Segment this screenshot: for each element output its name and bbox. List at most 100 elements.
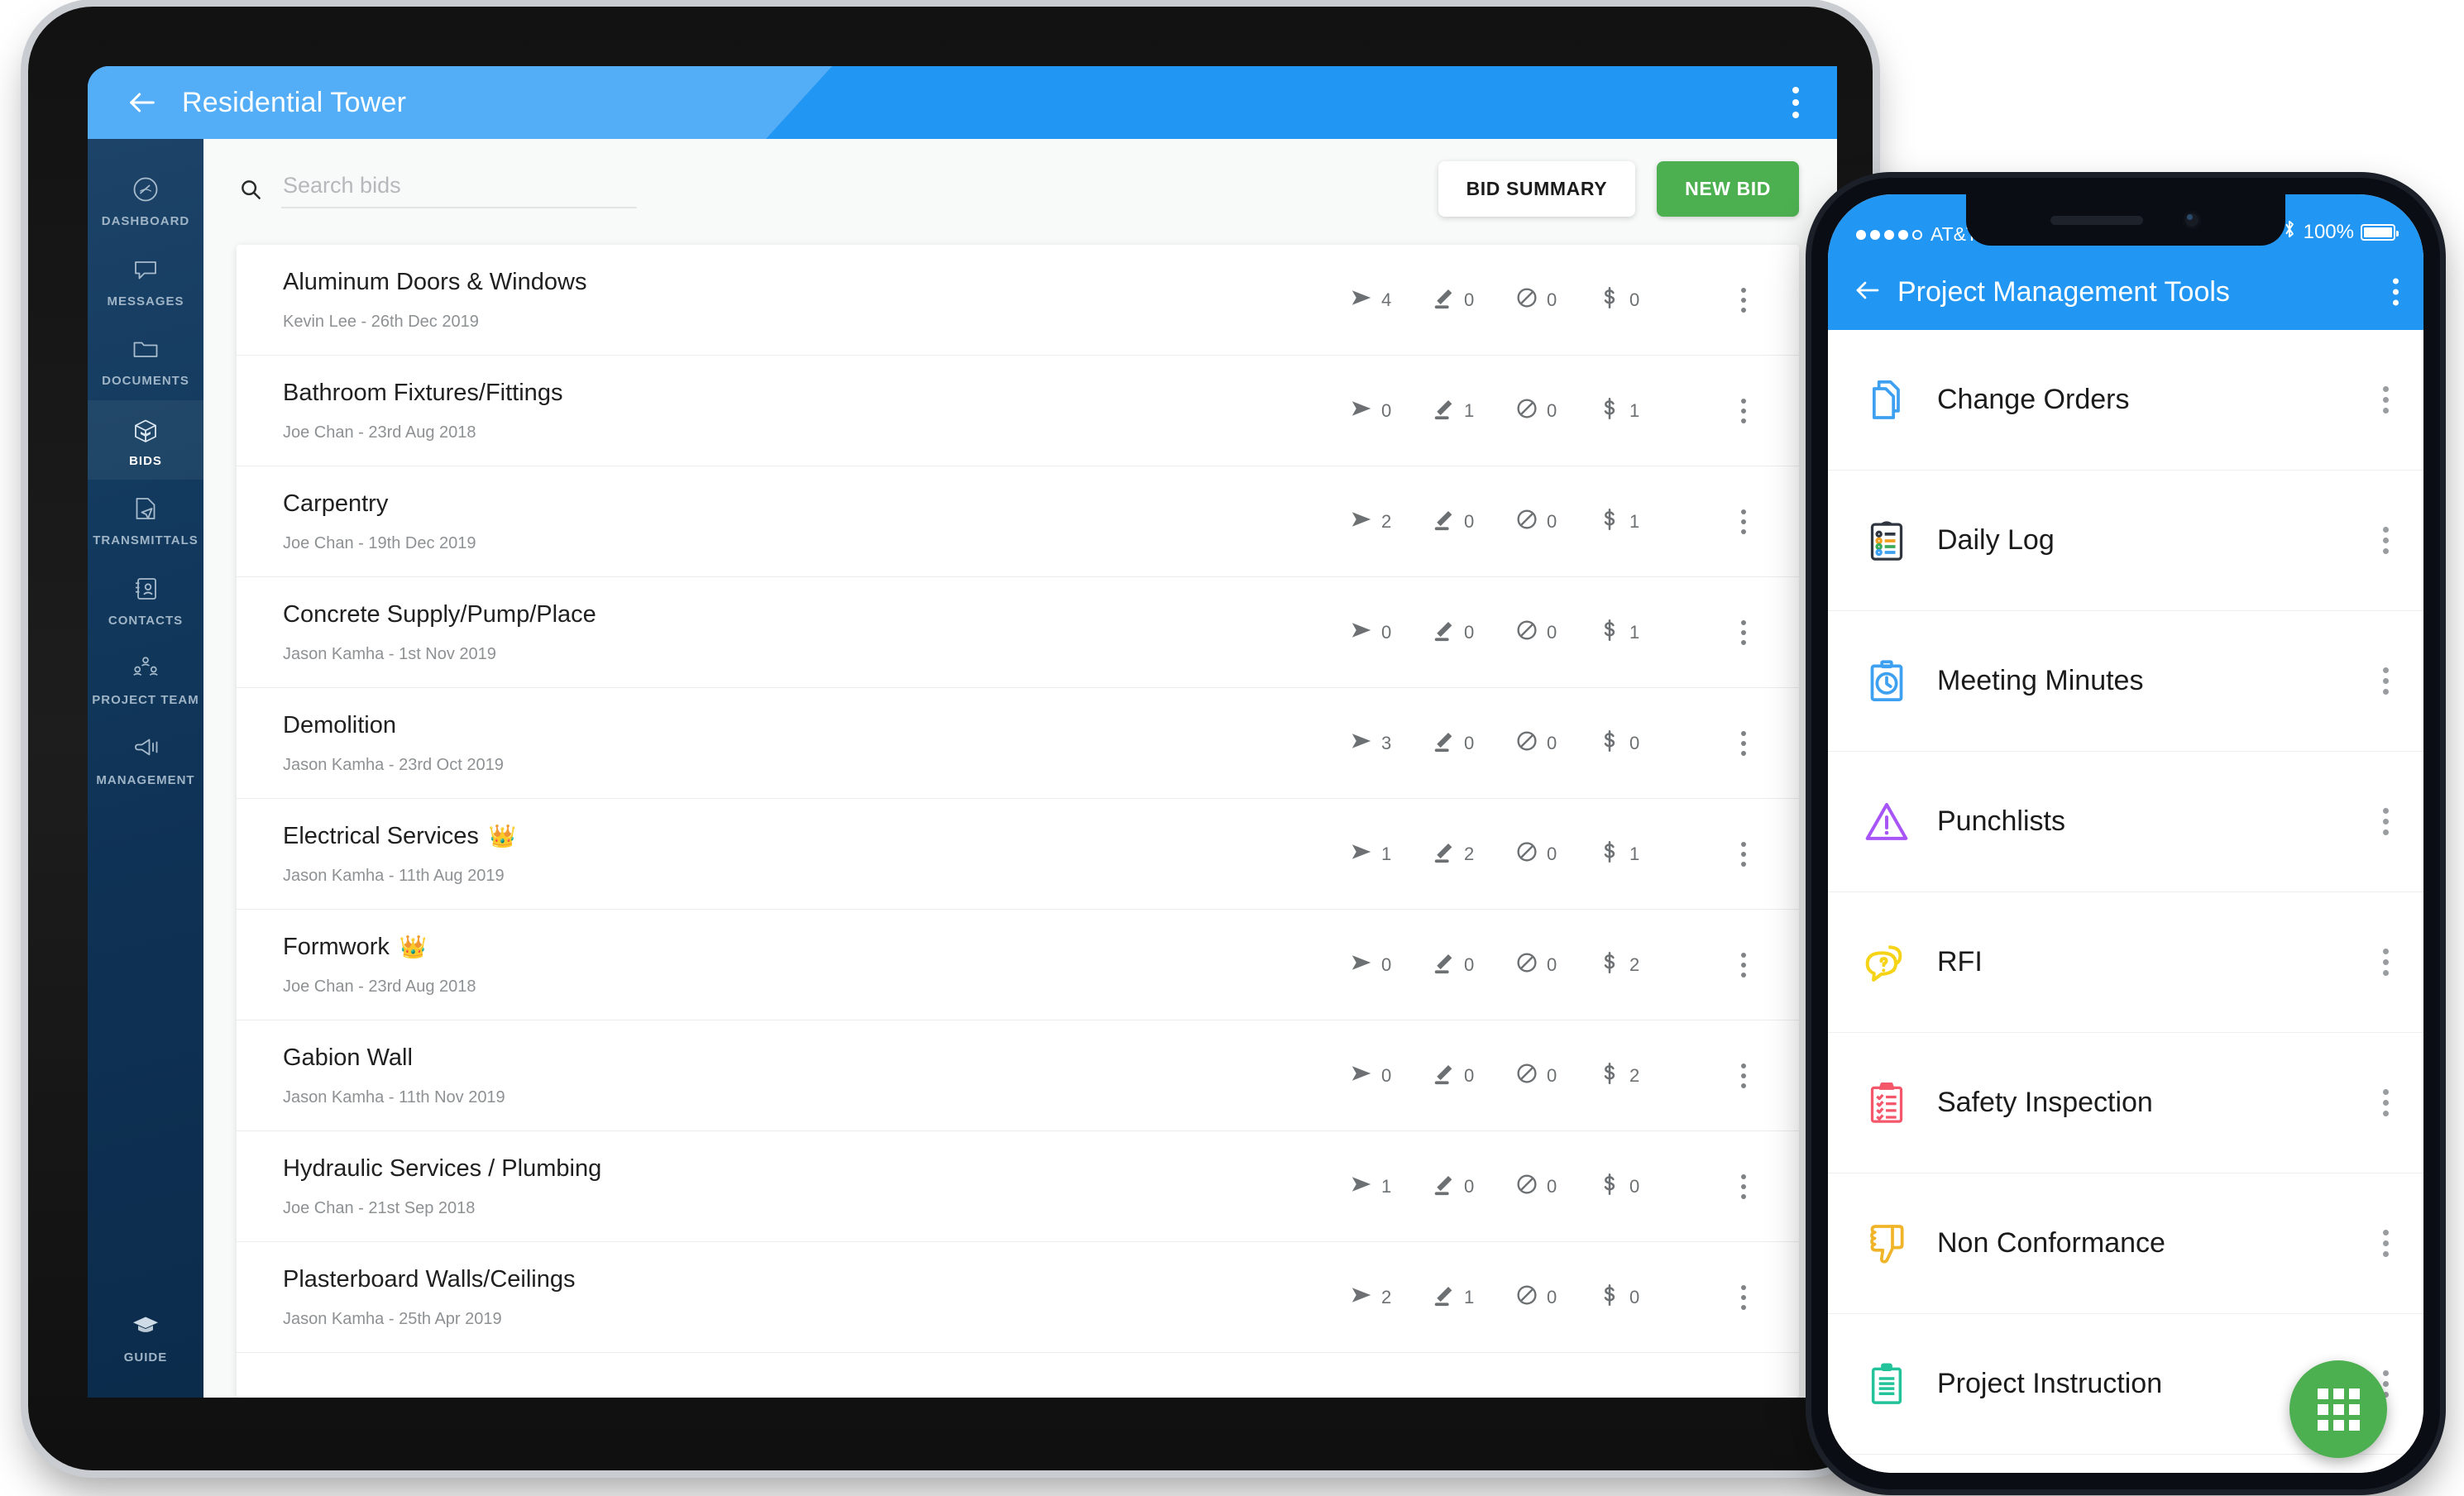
bid-stat[interactable]: 0: [1514, 1283, 1597, 1312]
table-row[interactable]: Formwork 👑 Joe Chan - 23rd Aug 2018 0 0 0 2: [237, 910, 1799, 1020]
row-kebab-menu-icon[interactable]: [1731, 1166, 1756, 1207]
sidebar-item-transmittals[interactable]: TRANSMITTALS: [88, 480, 203, 560]
list-item[interactable]: RFI: [1828, 892, 2423, 1033]
bid-stat[interactable]: 0: [1597, 729, 1680, 758]
sidebar-item-documents[interactable]: DOCUMENTS: [88, 320, 203, 400]
list-item[interactable]: Daily Log: [1828, 471, 2423, 611]
tablet-screen: Residential Tower DASHBOARD MESSAGES DOC…: [88, 66, 1837, 1398]
table-row[interactable]: Gabion Wall Jason Kamha - 11th Nov 2019 0 0…: [237, 1020, 1799, 1131]
bid-stat[interactable]: 2: [1349, 1283, 1432, 1312]
new-bid-button[interactable]: NEW BID: [1657, 160, 1799, 217]
bid-stat[interactable]: 0: [1349, 618, 1432, 648]
bid-summary-button[interactable]: BID SUMMARY: [1438, 160, 1636, 217]
kebab-menu-icon[interactable]: [2373, 1221, 2399, 1265]
bid-stat[interactable]: 0: [1514, 396, 1597, 426]
list-item[interactable]: Safety Inspection: [1828, 1033, 2423, 1173]
bid-stat[interactable]: 1: [1597, 396, 1680, 426]
bid-stat[interactable]: 0: [1514, 1061, 1597, 1091]
bid-stat[interactable]: 0: [1432, 507, 1514, 537]
bid-stat[interactable]: 0: [1514, 950, 1597, 980]
kebab-menu-icon[interactable]: [2373, 800, 2399, 844]
row-kebab-menu-icon[interactable]: [1731, 612, 1756, 653]
bid-stat[interactable]: 0: [1514, 1172, 1597, 1202]
bid-stat[interactable]: 0: [1349, 1061, 1432, 1091]
bid-stat[interactable]: 0: [1514, 285, 1597, 315]
sidebar-item-guide[interactable]: GUIDE: [88, 1297, 203, 1377]
bid-stat[interactable]: 0: [1514, 729, 1597, 758]
bid-stat[interactable]: 1: [1597, 507, 1680, 537]
table-row[interactable]: Aluminum Doors & Windows Kevin Lee - 26th…: [237, 245, 1799, 356]
table-row[interactable]: Plasterboard Walls/Ceilings Jason Kamha -…: [237, 1242, 1799, 1353]
kebab-menu-icon[interactable]: [1792, 87, 1799, 118]
tool-label: Punchlists: [1937, 805, 2065, 837]
bid-stat[interactable]: 0: [1349, 950, 1432, 980]
list-item[interactable]: Meeting Minutes: [1828, 611, 2423, 752]
kebab-menu-icon[interactable]: [2373, 519, 2399, 562]
row-kebab-menu-icon[interactable]: [1731, 944, 1756, 986]
sidebar-item-dashboard[interactable]: DASHBOARD: [88, 160, 203, 241]
bid-stat[interactable]: 0: [1432, 1061, 1514, 1091]
bid-stat[interactable]: 0: [1349, 396, 1432, 426]
row-kebab-menu-icon[interactable]: [1731, 501, 1756, 542]
table-row[interactable]: Carpentry Joe Chan - 19th Dec 2019 2 0 0 1: [237, 466, 1799, 577]
bid-stat[interactable]: 0: [1432, 950, 1514, 980]
arrow-left-icon[interactable]: [1853, 275, 1883, 309]
bid-stat[interactable]: 2: [1349, 507, 1432, 537]
bid-stat[interactable]: 0: [1597, 1172, 1680, 1202]
table-row[interactable]: Concrete Supply/Pump/Place Jason Kamha - …: [237, 577, 1799, 688]
bid-meta: Joe Chan - 19th Dec 2019: [283, 533, 476, 552]
bid-stat-count: 0: [1381, 621, 1392, 643]
bids-toolbar: BID SUMMARY NEW BID: [203, 139, 1837, 238]
bid-stat-count: 0: [1464, 510, 1475, 532]
sidebar-item-management[interactable]: MANAGEMENT: [88, 719, 203, 800]
sidebar-item-contacts[interactable]: CONTACTS: [88, 560, 203, 640]
bid-stat[interactable]: 0: [1432, 1172, 1514, 1202]
bid-stat[interactable]: 0: [1432, 285, 1514, 315]
bid-stat[interactable]: 0: [1514, 507, 1597, 537]
bid-stat[interactable]: 0: [1514, 839, 1597, 869]
pencil-sign-icon: [1432, 1061, 1457, 1091]
row-kebab-menu-icon[interactable]: [1731, 834, 1756, 875]
table-row[interactable]: Bathroom Fixtures/Fittings Joe Chan - 23r…: [237, 356, 1799, 466]
row-kebab-menu-icon[interactable]: [1731, 280, 1756, 321]
kebab-menu-icon[interactable]: [2373, 378, 2399, 422]
kebab-menu-icon[interactable]: [2373, 1081, 2399, 1125]
row-kebab-menu-icon[interactable]: [1731, 1055, 1756, 1097]
battery-full-icon: [2361, 223, 2399, 241]
bid-stat[interactable]: 0: [1597, 285, 1680, 315]
bid-stat[interactable]: 1: [1349, 839, 1432, 869]
arrow-left-icon[interactable]: [121, 81, 164, 124]
sidebar-item-project-team[interactable]: PROJECT TEAM: [88, 639, 203, 719]
bid-stat[interactable]: 0: [1514, 618, 1597, 648]
row-kebab-menu-icon[interactable]: [1731, 1277, 1756, 1318]
table-row[interactable]: Hydraulic Services / Plumbing Joe Chan - …: [237, 1131, 1799, 1242]
bid-stats-group: 0 0 0 1: [1349, 618, 1680, 648]
bid-stat[interactable]: 1: [1597, 618, 1680, 648]
table-row[interactable]: Demolition Jason Kamha - 23rd Oct 2019 3 0 0…: [237, 688, 1799, 799]
kebab-menu-icon[interactable]: [2393, 278, 2399, 306]
bid-stat[interactable]: 4: [1349, 285, 1432, 315]
kebab-menu-icon[interactable]: [2373, 659, 2399, 703]
bid-stat[interactable]: 1: [1432, 1283, 1514, 1312]
list-item[interactable]: Change Orders: [1828, 330, 2423, 471]
bid-stat[interactable]: 3: [1349, 729, 1432, 758]
bid-stat[interactable]: 1: [1597, 839, 1680, 869]
bid-stat[interactable]: 2: [1597, 1061, 1680, 1091]
search-input[interactable]: [281, 169, 637, 208]
sidebar-item-bids[interactable]: BIDS: [88, 399, 203, 480]
bid-stat[interactable]: 2: [1597, 950, 1680, 980]
apps-grid-fab-button[interactable]: [2289, 1360, 2387, 1458]
bid-stat[interactable]: 2: [1432, 839, 1514, 869]
bid-stat[interactable]: 1: [1349, 1172, 1432, 1202]
row-kebab-menu-icon[interactable]: [1731, 723, 1756, 764]
bid-stat[interactable]: 0: [1597, 1283, 1680, 1312]
bid-stat[interactable]: 0: [1432, 618, 1514, 648]
bid-stat[interactable]: 1: [1432, 396, 1514, 426]
sidebar-item-messages[interactable]: MESSAGES: [88, 241, 203, 321]
table-row[interactable]: Electrical Services 👑 Jason Kamha - 11th A…: [237, 799, 1799, 910]
list-item[interactable]: Non Conformance: [1828, 1173, 2423, 1314]
list-item[interactable]: Punchlists: [1828, 752, 2423, 892]
bid-stat[interactable]: 0: [1432, 729, 1514, 758]
row-kebab-menu-icon[interactable]: [1731, 390, 1756, 432]
kebab-menu-icon[interactable]: [2373, 940, 2399, 984]
